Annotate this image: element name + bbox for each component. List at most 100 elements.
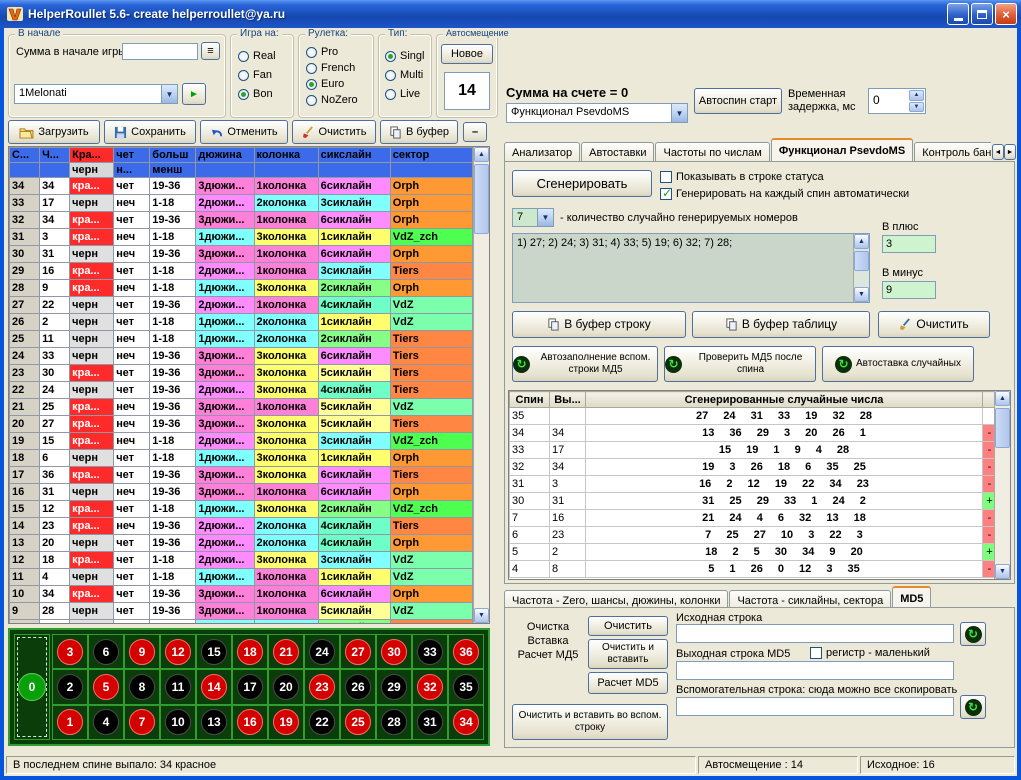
history-row[interactable]: 289кра...неч1-181дюжи...3колонка2сиклайн… <box>10 280 473 297</box>
history-header-cell[interactable]: Ч... <box>40 148 70 163</box>
board-cell-11[interactable]: 11 <box>160 669 196 704</box>
board-cell-28[interactable]: 28 <box>376 705 412 740</box>
history-row[interactable]: 1034кра...чет19-363дюжи...1колонка6сикла… <box>10 586 473 603</box>
board-cell-18[interactable]: 18 <box>232 634 268 669</box>
board-cell-19[interactable]: 19 <box>268 705 304 740</box>
history-row[interactable]: 1736кра...чет19-363дюжи...3колонка6сикла… <box>10 467 473 484</box>
board-cell-23[interactable]: 23 <box>304 669 340 704</box>
board-cell-5[interactable]: 5 <box>88 669 124 704</box>
function-combobox[interactable]: Функционал PsevdoMS ▼ <box>506 103 688 123</box>
history-row[interactable]: 2722чернчет19-362дюжи...1колонка4сиклайн… <box>10 297 473 314</box>
history-row[interactable]: 2027кра...неч19-363дюжи...3колонка5сикла… <box>10 416 473 433</box>
history-row[interactable]: 3234кра...чет19-363дюжи...1колонка6сикла… <box>10 212 473 229</box>
generated-row[interactable]: 331715 19 1 9 4 28- <box>510 442 997 459</box>
buffer-row-button[interactable]: В буфер строку <box>512 311 686 338</box>
scroll-down-icon[interactable]: ▼ <box>474 608 489 623</box>
autofill-md5-button[interactable]: ↻ Автозаполнение вспом. строки МД5 <box>512 346 658 382</box>
history-header-cell[interactable] <box>40 163 70 178</box>
history-header-cell[interactable]: менш <box>150 163 196 178</box>
history-row[interactable]: 2916кра...чет1-182дюжи...1колонка3сиклай… <box>10 263 473 280</box>
history-header-cell[interactable]: чет <box>114 148 150 163</box>
board-cell-31[interactable]: 31 <box>412 705 448 740</box>
generated-table-scrollbar[interactable]: ▲ ▼ <box>994 391 1010 579</box>
board-cell-27[interactable]: 27 <box>340 634 376 669</box>
history-header-cell[interactable] <box>254 163 318 178</box>
generated-row[interactable]: 303131 25 29 33 1 24 2+ <box>510 493 997 510</box>
generated-table-scroll-thumb[interactable] <box>995 408 1010 448</box>
board-cell-12[interactable]: 12 <box>160 634 196 669</box>
preset-combobox[interactable]: 1Melonati ▼ <box>14 84 178 104</box>
output-string-input[interactable] <box>676 661 954 680</box>
scroll-down-icon[interactable]: ▼ <box>854 287 869 302</box>
board-cell-4[interactable]: 4 <box>88 705 124 740</box>
history-header-cell[interactable]: С... <box>10 148 40 163</box>
tab-Анализатор[interactable]: Анализатор <box>504 142 580 162</box>
history-scrollbar[interactable]: ▲ ▼ <box>473 147 489 623</box>
md5-recycle-button-1[interactable]: ↻ <box>960 622 986 646</box>
history-row[interactable]: 1320чернчет19-362дюжи...2колонка4сиклайн… <box>10 535 473 552</box>
board-cell-34[interactable]: 34 <box>448 705 484 740</box>
generated-row[interactable]: 5218 2 5 30 34 9 20+ <box>510 544 997 561</box>
scroll-up-icon[interactable]: ▲ <box>854 234 869 249</box>
clear-generated-button[interactable]: Очистить <box>878 311 990 338</box>
new-button[interactable]: Новое <box>441 44 493 64</box>
autospin-start-button[interactable]: Автоспин старт <box>694 88 782 114</box>
history-row[interactable]: 3434кра...чет19-363дюжи...1колонка6сикла… <box>10 178 473 195</box>
history-row[interactable]: 2511черннеч1-181дюжи...2колонка2сиклайнT… <box>10 331 473 348</box>
play-button[interactable]: ► <box>182 83 206 105</box>
tab-scroll-right-icon[interactable]: ► <box>1004 144 1016 160</box>
tab-Автоставки[interactable]: Автоставки <box>581 142 654 162</box>
history-row[interactable]: 313кра...неч1-181дюжи...3колонка1сиклайн… <box>10 229 473 246</box>
tab-Функционал PsevdoMS[interactable]: Функционал PsevdoMS <box>771 138 913 162</box>
radio-french[interactable]: French <box>306 61 358 75</box>
generated-row[interactable]: 323419 3 26 18 6 35 25- <box>510 459 997 476</box>
board-cell-21[interactable]: 21 <box>268 634 304 669</box>
radio-nozero[interactable]: NoZero <box>306 93 358 107</box>
checkbox-auto-generate[interactable]: ✓ Генерировать на каждый спин автоматиче… <box>660 188 909 200</box>
generated-row[interactable]: 3527 24 31 33 19 32 28 <box>510 408 997 425</box>
history-header-cell[interactable] <box>10 163 40 178</box>
history-scroll-thumb[interactable] <box>474 164 489 234</box>
history-header-cell[interactable]: н... <box>114 163 150 178</box>
board-cell-33[interactable]: 33 <box>412 634 448 669</box>
board-cell-9[interactable]: 9 <box>124 634 160 669</box>
maximize-button[interactable] <box>971 3 993 25</box>
board-cell-26[interactable]: 26 <box>340 669 376 704</box>
tab-Частоты по числам[interactable]: Частоты по числам <box>655 142 769 162</box>
generated-scroll-thumb[interactable] <box>854 251 869 271</box>
radio-real[interactable]: Real <box>238 49 276 63</box>
generated-row[interactable]: 485 1 26 0 12 3 35- <box>510 561 997 578</box>
board-cell-1[interactable]: 1 <box>52 705 88 740</box>
spin-up-icon[interactable]: ▲ <box>909 90 924 101</box>
history-row[interactable]: 3317черннеч1-182дюжи...2колонка3сиклайнO… <box>10 195 473 212</box>
board-cell-2[interactable]: 2 <box>52 669 88 704</box>
buffer-table-button[interactable]: В буфер таблицу <box>692 311 870 338</box>
board-cell-15[interactable]: 15 <box>196 634 232 669</box>
generated-numbers-area[interactable]: 1) 27; 2) 24; 3) 31; 4) 33; 5) 19; 6) 32… <box>512 233 870 303</box>
board-cell-20[interactable]: 20 <box>268 669 304 704</box>
history-row[interactable]: 2224чернчет19-362дюжи...3колонка4сиклайн… <box>10 382 473 399</box>
tab-Контроль банкролл[interactable]: Контроль банкролл <box>914 142 991 162</box>
history-header-cell[interactable] <box>318 163 390 178</box>
generated-row[interactable]: 71621 24 4 6 32 13 18- <box>510 510 997 527</box>
history-row[interactable]: 1423кра...неч19-362дюжи...2колонка4сикла… <box>10 518 473 535</box>
history-header-cell[interactable]: черн <box>70 163 114 178</box>
board-cell-6[interactable]: 6 <box>88 634 124 669</box>
md5-clear-paste-aux-button[interactable]: Очистить и вставить во вспом. строку <box>512 704 668 740</box>
board-cell-8[interactable]: 8 <box>124 669 160 704</box>
history-row[interactable]: 1631черннеч19-363дюжи...1колонка6сиклайн… <box>10 484 473 501</box>
generated-row[interactable]: 6237 25 27 10 3 22 3- <box>510 527 997 544</box>
start-sum-input[interactable] <box>122 43 198 60</box>
chevron-down-icon[interactable]: ▼ <box>161 85 177 103</box>
generated-row[interactable]: 31316 2 12 19 22 34 23- <box>510 476 997 493</box>
aux-string-input[interactable] <box>676 697 954 716</box>
count-combobox[interactable]: 7 ▼ <box>512 208 554 227</box>
board-cell-16[interactable]: 16 <box>232 705 268 740</box>
history-row[interactable]: 186чернчет1-181дюжи...3колонка1сиклайнOr… <box>10 450 473 467</box>
minus-button[interactable]: – <box>463 122 487 142</box>
history-row[interactable]: 928чернчет19-363дюжи...1колонка5сиклайнV… <box>10 603 473 620</box>
list-button[interactable]: ≡ <box>201 42 220 60</box>
history-header-cell[interactable]: Кра... <box>70 148 114 163</box>
history-row[interactable]: 2433черннеч19-363дюжи...3колонка6сиклайн… <box>10 348 473 365</box>
scroll-up-icon[interactable]: ▲ <box>995 391 1010 406</box>
